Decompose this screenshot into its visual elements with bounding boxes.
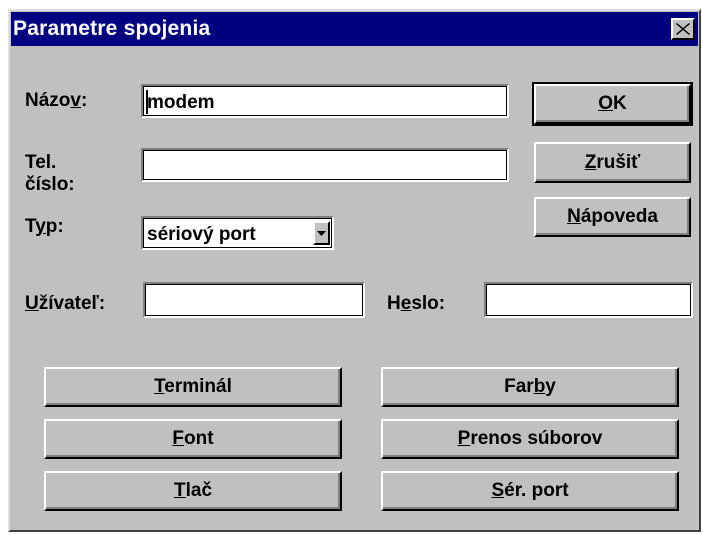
ok-button[interactable]: OK	[532, 82, 693, 126]
colors-button[interactable]: Farby	[381, 367, 679, 407]
print-button-label: Tlač	[173, 480, 213, 501]
phone-label: Tel. číslo:	[25, 152, 75, 195]
font-button[interactable]: Font	[44, 419, 342, 459]
window-title: Parametre spojenia	[13, 17, 211, 40]
colors-button-label: Farby	[504, 376, 556, 397]
phone-input[interactable]	[141, 148, 509, 182]
serial-port-button-label: Sér. port	[491, 480, 569, 501]
cancel-button-label: Zrušiť	[584, 151, 641, 173]
close-icon	[676, 23, 690, 35]
cancel-button[interactable]: Zrušiť	[534, 142, 691, 183]
ok-button-label: OK	[598, 93, 627, 114]
password-label: Heslo:	[387, 293, 446, 314]
user-input[interactable]	[143, 282, 365, 318]
password-input[interactable]	[484, 282, 693, 318]
terminal-button[interactable]: Terminál	[44, 367, 342, 407]
dropdown-arrow-icon	[317, 231, 326, 236]
file-transfer-button[interactable]: Prenos súborov	[381, 419, 679, 459]
dropdown-button[interactable]	[313, 221, 330, 245]
help-button-label: Nápoveda	[567, 206, 658, 227]
name-label: Názov:	[25, 90, 88, 111]
type-label: Typ:	[25, 216, 64, 237]
name-input[interactable]: modem	[141, 84, 509, 118]
serial-port-button[interactable]: Sér. port	[381, 471, 679, 511]
user-label: Užívateľ:	[25, 293, 106, 314]
close-button[interactable]	[671, 18, 695, 40]
terminal-button-label: Terminál	[154, 376, 232, 397]
name-value: modem	[147, 92, 215, 113]
title-bar: Parametre spojenia	[11, 12, 698, 46]
help-button[interactable]: Nápoveda	[534, 197, 691, 237]
file-transfer-button-label: Prenos súborov	[457, 428, 603, 449]
font-button-label: Font	[172, 428, 214, 449]
connection-parameters-dialog: Parametre spojenia Názov: modem Tel. čís…	[8, 9, 701, 532]
type-select[interactable]: sériový port	[141, 216, 334, 250]
type-value: sériový port	[147, 224, 256, 245]
print-button[interactable]: Tlač	[44, 471, 342, 511]
